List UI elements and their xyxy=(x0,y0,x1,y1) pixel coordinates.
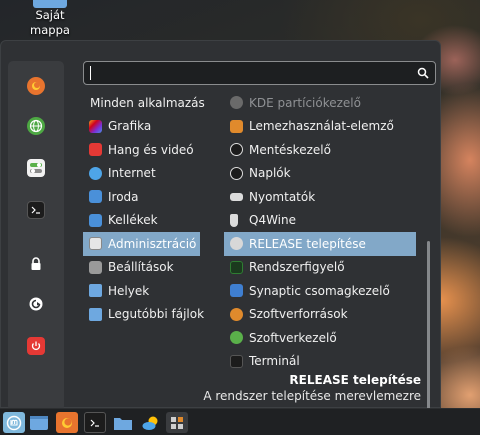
app-q4wine[interactable]: Q4Wine xyxy=(224,209,416,233)
app-disk-usage-analyzer[interactable]: Lemezhasználat-elemző xyxy=(224,115,416,139)
text-cursor xyxy=(90,66,91,80)
app-label: Szoftverforrások xyxy=(249,307,348,322)
category-media[interactable]: Hang és videó xyxy=(83,138,200,162)
description-text: A rendszer telepítése merevlemezre xyxy=(203,389,421,403)
app-system-monitor[interactable]: Rendszerfigyelő xyxy=(224,256,416,280)
globe-icon[interactable] xyxy=(27,117,45,135)
app-printers[interactable]: Nyomtatók xyxy=(224,185,416,209)
app-label: Rendszerfigyelő xyxy=(249,260,345,275)
application-menu: Minden alkalmazás Grafika Hang és videó … xyxy=(0,40,441,413)
category-administration[interactable]: Adminisztráció xyxy=(83,232,200,256)
app-label: Naplók xyxy=(249,166,291,181)
desktop-icon-label-1: Saját xyxy=(35,8,65,22)
monitor-icon xyxy=(230,260,243,274)
search-box[interactable] xyxy=(83,61,436,85)
wine-icon xyxy=(230,213,238,227)
category-all-apps[interactable]: Minden alkalmazás xyxy=(83,91,205,115)
admin-icon xyxy=(89,237,102,251)
app-list-scrollbar[interactable] xyxy=(427,241,430,413)
terminal-icon xyxy=(230,354,243,368)
category-label: Adminisztráció xyxy=(108,236,197,251)
graphics-icon xyxy=(89,119,102,133)
desktop-icon[interactable] xyxy=(28,412,50,433)
synaptic-icon xyxy=(230,284,243,298)
category-label: Internet xyxy=(108,166,156,181)
app-label: Nyomtatók xyxy=(249,189,316,204)
install-icon xyxy=(230,237,243,251)
category-recent-files[interactable]: Legutóbbi fájlok xyxy=(83,303,204,327)
toggle-icon[interactable] xyxy=(27,159,45,177)
category-settings[interactable]: Beállítások xyxy=(83,256,200,280)
category-label: Helyek xyxy=(108,283,150,298)
category-graphics[interactable]: Grafika xyxy=(83,115,200,139)
app-label: Lemezhasználat-elemző xyxy=(249,119,394,134)
app-backup-tool[interactable]: Mentéskezelő xyxy=(224,138,416,162)
category-label: Grafika xyxy=(108,119,152,134)
category-label: Iroda xyxy=(108,189,139,204)
app-label: KDE partíciókezelő xyxy=(249,95,361,110)
category-label: Hang és videó xyxy=(108,142,194,157)
app-label: RELEASE telepítése xyxy=(249,236,366,251)
backup-icon xyxy=(230,143,243,157)
app-logs[interactable]: Naplók xyxy=(224,162,416,186)
app-synaptic[interactable]: Synaptic csomagkezelő xyxy=(224,279,416,303)
tools-icon xyxy=(89,213,102,227)
app-kde-partition-manager[interactable]: KDE partíciókezelő xyxy=(224,91,416,115)
search-icon[interactable] xyxy=(417,67,429,82)
recent-folder-icon xyxy=(89,307,102,321)
app-software-manager[interactable]: Szoftverkezelő xyxy=(224,326,416,350)
software-icon xyxy=(230,331,243,345)
logs-icon xyxy=(230,166,243,180)
terminal-icon[interactable] xyxy=(27,201,45,219)
category-internet[interactable]: Internet xyxy=(83,162,200,186)
category-places[interactable]: Helyek xyxy=(83,279,200,303)
desktop-home-folder[interactable]: Saját mappa xyxy=(20,0,80,38)
app-label: Terminál xyxy=(249,354,300,369)
folder-icon[interactable] xyxy=(112,412,134,433)
app-label: Mentéskezelő xyxy=(249,142,331,157)
power-icon[interactable] xyxy=(27,337,45,355)
category-label: Minden alkalmazás xyxy=(90,95,205,110)
sources-icon xyxy=(230,307,243,321)
category-office[interactable]: Iroda xyxy=(83,185,200,209)
category-label: Beállítások xyxy=(108,260,174,275)
cloud-icon xyxy=(89,166,102,180)
desktop-icon-label-2: mappa xyxy=(30,23,70,37)
disk-usage-icon xyxy=(230,119,243,133)
folder-icon xyxy=(33,0,67,8)
app-software-sources[interactable]: Szoftverforrások xyxy=(224,303,416,327)
taskbar xyxy=(0,408,480,435)
media-icon xyxy=(89,143,102,157)
printer-icon xyxy=(230,192,243,201)
app-label: Q4Wine xyxy=(249,213,297,228)
weather-icon[interactable] xyxy=(140,412,162,433)
terminal-icon[interactable] xyxy=(84,412,106,433)
folder-icon xyxy=(89,284,102,298)
app-install-release[interactable]: RELEASE telepítése xyxy=(224,232,416,256)
favorites-sidebar xyxy=(8,61,64,411)
application-list: KDE partíciókezelő Lemezhasználat-elemző… xyxy=(224,91,416,373)
category-accessories[interactable]: Kellékek xyxy=(83,209,200,233)
category-label: Legutóbbi fájlok xyxy=(108,307,205,322)
calculator-icon[interactable] xyxy=(166,412,188,433)
firefox-icon[interactable] xyxy=(27,77,45,95)
mint-menu-icon[interactable] xyxy=(3,412,25,433)
office-icon xyxy=(89,190,102,204)
search-input[interactable] xyxy=(90,64,410,82)
app-label: Szoftverkezelő xyxy=(249,330,337,345)
category-label: Kellékek xyxy=(108,213,158,228)
category-list: Minden alkalmazás Grafika Hang és videó … xyxy=(83,91,205,327)
lock-icon[interactable] xyxy=(27,255,45,273)
settings-icon xyxy=(89,260,102,274)
partition-icon xyxy=(230,96,243,110)
app-description: RELEASE telepítése A rendszer telepítése… xyxy=(203,373,421,404)
logout-icon[interactable] xyxy=(27,295,45,313)
firefox-icon[interactable] xyxy=(56,412,78,433)
app-label: Synaptic csomagkezelő xyxy=(249,283,390,298)
description-title: RELEASE telepítése xyxy=(289,373,421,387)
app-terminal[interactable]: Terminál xyxy=(224,350,416,374)
